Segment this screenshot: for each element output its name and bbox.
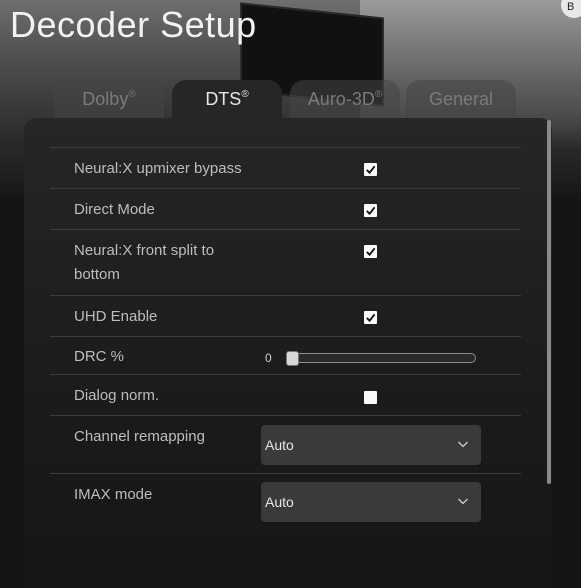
setting-row-drc: DRC % 0 [50, 336, 521, 374]
setting-row-dialog-norm: Dialog norm. [50, 374, 521, 415]
setting-row-uhd-enable: UHD Enable [50, 295, 521, 336]
setting-row-channel-remapping: Channel remapping Auto [50, 415, 521, 473]
drc-slider[interactable] [286, 353, 476, 363]
page-title: Decoder Setup [10, 4, 257, 45]
channel-remapping-select[interactable]: Auto [261, 425, 481, 465]
setting-label: UHD Enable [74, 308, 158, 325]
chevron-down-icon [458, 441, 468, 448]
drc-value: 0 [265, 351, 272, 365]
chevron-down-icon [458, 498, 468, 505]
uhd-enable-checkbox[interactable] [364, 311, 377, 324]
scrollbar[interactable] [547, 120, 551, 484]
setting-label: DRC % [74, 348, 125, 365]
setting-row-neural-x-bypass: Neural:X upmixer bypass [50, 147, 521, 188]
tab-label: DTS [205, 89, 242, 109]
check-icon [366, 247, 376, 257]
direct-mode-checkbox[interactable] [364, 204, 377, 217]
setting-row-front-split: Neural:X front split to bottom [50, 229, 521, 295]
neural-x-bypass-checkbox[interactable] [364, 163, 377, 176]
registered-mark: ® [374, 89, 383, 100]
setting-label: Channel remapping [74, 428, 205, 445]
dialog-norm-checkbox[interactable] [364, 391, 377, 404]
tab-label: Dolby [82, 89, 129, 109]
check-icon [366, 313, 376, 323]
registered-mark: ® [128, 89, 136, 100]
tab-label: General [428, 89, 494, 109]
setting-label: Neural:X upmixer bypass [74, 160, 242, 177]
setting-label: Neural:X front split to [74, 242, 215, 259]
front-split-checkbox[interactable] [364, 245, 377, 258]
setting-label-continued: bottom [74, 266, 120, 283]
select-value: Auto [265, 494, 294, 510]
setting-label: Direct Mode [74, 201, 155, 218]
select-value: Auto [265, 437, 294, 453]
registered-mark: ® [241, 89, 249, 100]
imax-mode-select[interactable]: Auto [261, 482, 481, 522]
setting-label: Dialog norm. [74, 387, 160, 404]
check-icon [366, 165, 376, 175]
corner-badge-label: B [567, 1, 575, 13]
tab-label: Auro-3D [307, 89, 375, 109]
drc-slider-thumb[interactable] [286, 351, 299, 366]
setting-row-direct-mode: Direct Mode [50, 188, 521, 229]
setting-row-imax-mode: IMAX mode Auto [50, 473, 521, 533]
setting-label: IMAX mode [74, 486, 153, 503]
check-icon [366, 206, 376, 216]
